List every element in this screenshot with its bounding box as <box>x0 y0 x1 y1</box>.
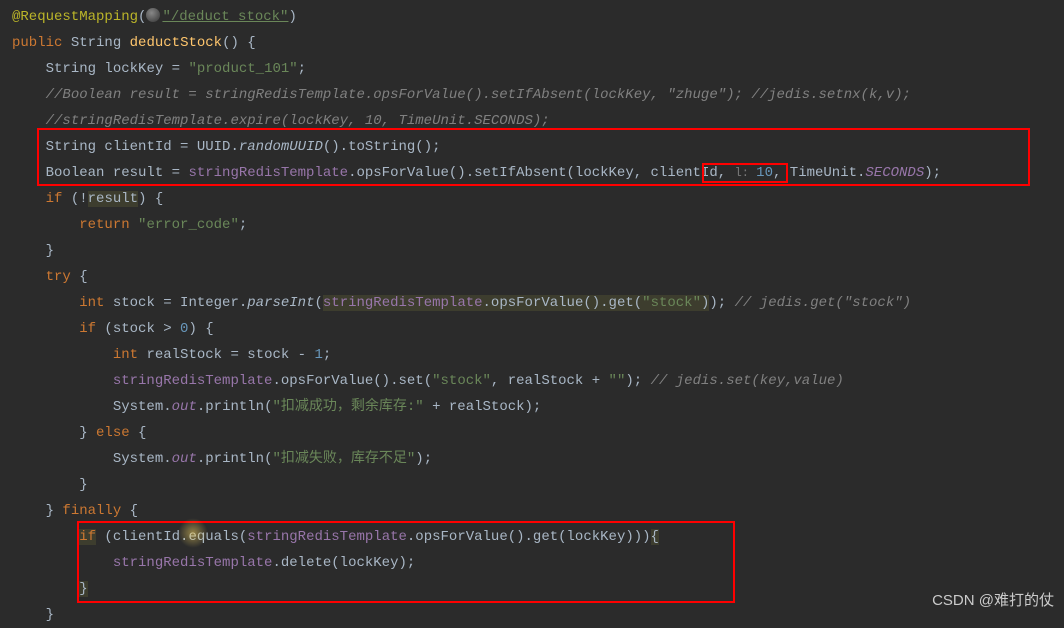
watermark: CSDN @难打的仗 <box>932 588 1054 614</box>
code-line[interactable]: System.out.println("扣减失败，库存不足"); <box>0 446 1064 472</box>
code-line[interactable]: int stock = Integer.parseInt(stringRedis… <box>0 290 1064 316</box>
code-line[interactable]: } <box>0 576 1064 602</box>
code-line[interactable]: if (stock > 0) { <box>0 316 1064 342</box>
code-line[interactable]: if (clientId.equals(stringRedisTemplate.… <box>0 524 1064 550</box>
code-line[interactable]: } finally { <box>0 498 1064 524</box>
comment: //Boolean result = stringRedisTemplate.o… <box>46 87 911 103</box>
gutter-mapping-icon[interactable] <box>146 8 160 22</box>
code-line[interactable]: String clientId = UUID.randomUUID().toSt… <box>0 134 1064 160</box>
comment: //stringRedisTemplate.expire(lockKey, 10… <box>46 113 550 129</box>
code-line[interactable]: System.out.println("扣减成功，剩余库存:" + realSt… <box>0 394 1064 420</box>
code-line[interactable]: try { <box>0 264 1064 290</box>
code-line[interactable]: Boolean result = stringRedisTemplate.ops… <box>0 160 1064 186</box>
code-line[interactable]: } <box>0 238 1064 264</box>
method-name: deductStock <box>130 35 222 51</box>
code-line[interactable]: return "error_code"; <box>0 212 1064 238</box>
code-line[interactable]: String lockKey = "product_101"; <box>0 56 1064 82</box>
code-line[interactable]: public String deductStock() { <box>0 30 1064 56</box>
url-path: "/deduct_stock" <box>162 9 288 25</box>
code-line[interactable]: if (!result) { <box>0 186 1064 212</box>
code-line[interactable]: } <box>0 602 1064 628</box>
code-line[interactable]: } else { <box>0 420 1064 446</box>
param-hint: l: <box>735 166 757 180</box>
clientid-arg: clientId <box>651 165 718 181</box>
code-line[interactable]: stringRedisTemplate.opsForValue().set("s… <box>0 368 1064 394</box>
code-line[interactable]: stringRedisTemplate.delete(lockKey); <box>0 550 1064 576</box>
code-line[interactable]: @RequestMapping("/deduct_stock") <box>0 4 1064 30</box>
code-line[interactable]: } <box>0 472 1064 498</box>
code-line[interactable]: //stringRedisTemplate.expire(lockKey, 10… <box>0 108 1064 134</box>
code-line[interactable]: int realStock = stock - 1; <box>0 342 1064 368</box>
highlighted-var: result <box>88 191 138 207</box>
code-line[interactable]: //Boolean result = stringRedisTemplate.o… <box>0 82 1064 108</box>
annotation: @RequestMapping <box>12 9 138 25</box>
